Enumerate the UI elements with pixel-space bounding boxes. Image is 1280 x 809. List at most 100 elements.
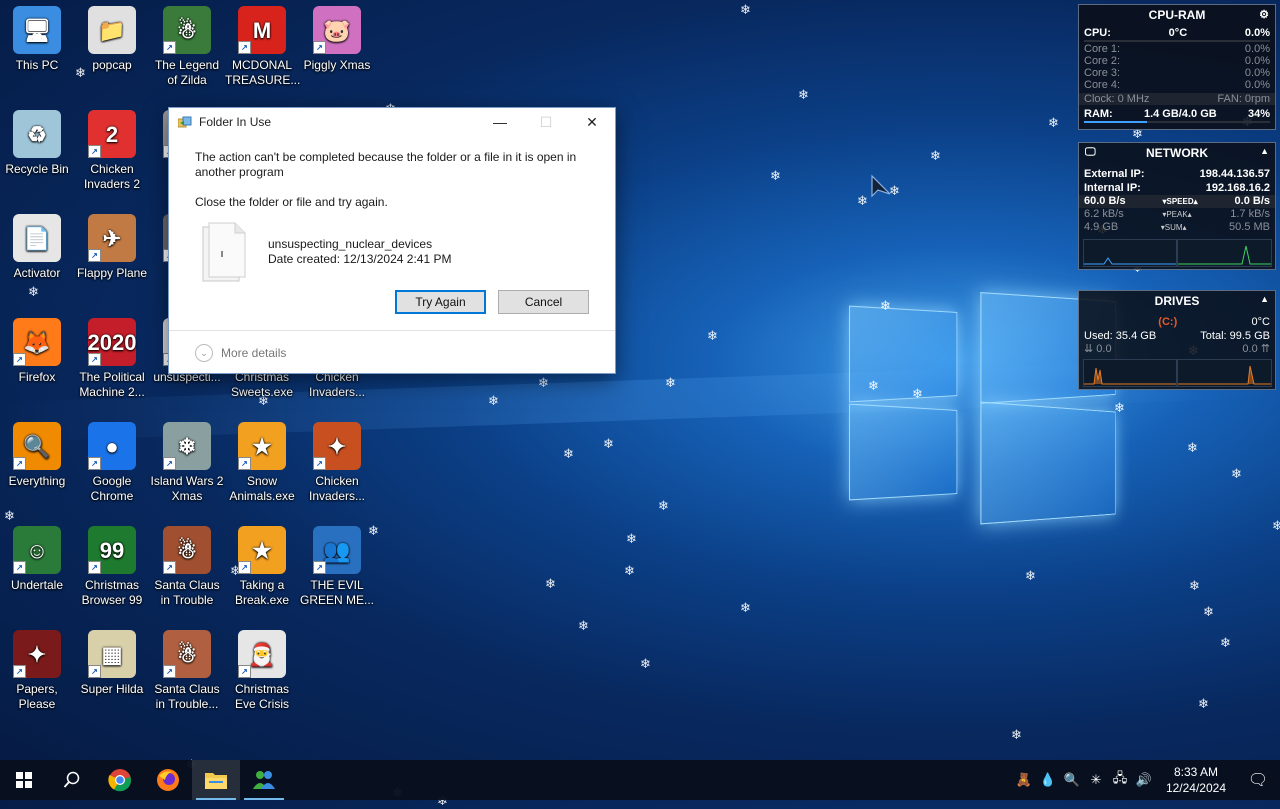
desktop-icon-mcdonalds[interactable]: M ↗ MCDONAL TREASURE...: [225, 6, 301, 88]
snowflake: ❄: [578, 619, 589, 634]
desktop-icon-label: Chicken Invaders...: [308, 370, 366, 399]
droplet-icon[interactable]: 💧: [1036, 760, 1060, 800]
minimize-button[interactable]: —: [477, 108, 523, 136]
collapse-icon[interactable]: ▲: [1260, 146, 1269, 156]
speed-row: 60.0 B/s ▾SPEED▴ 0.0 B/s: [1079, 195, 1275, 208]
ram-percent: 34%: [1247, 108, 1270, 120]
try-again-button[interactable]: Try Again: [395, 290, 486, 314]
desktop-icon-piggly-xmas[interactable]: 🐷 ↗ Piggly Xmas: [300, 6, 374, 73]
desktop-icon-label: Santa Claus in Trouble: [154, 578, 220, 607]
desktop-icon-label: MCDONAL TREASURE...: [225, 58, 301, 87]
desktop-icon-island-wars[interactable]: ❄ ↗ Island Wars 2 Xmas: [150, 422, 224, 504]
speed-down: 60.0 B/s: [1084, 195, 1126, 207]
desktop-icon-popcap[interactable]: 📁 popcap: [75, 6, 149, 73]
shortcut-arrow-icon: ↗: [13, 457, 26, 470]
taskbar: 🧸 💧 🔍 ✳ 🖧 🔊 8:33 AM 12/24/2024 🗨: [0, 760, 1280, 800]
snowflake: ❄: [1048, 116, 1059, 131]
desktop-icon-activator[interactable]: 📄 Activator: [0, 214, 74, 281]
snowflake: ❄: [1114, 401, 1125, 416]
snowflake: ❄: [488, 394, 499, 409]
more-details-toggle[interactable]: ⌄ More details: [195, 344, 286, 362]
desktop-icon-super-hilda[interactable]: ▦ ↗ Super Hilda: [75, 630, 149, 697]
cpu-ram-gadget[interactable]: CPU-RAM ⚙ CPU: 0°C 0.0% Core 1: 0.0% Core …: [1078, 4, 1276, 130]
shortcut-arrow-icon: ↗: [238, 561, 251, 574]
everything-icon: 🔍 ↗: [13, 422, 61, 470]
desktop-icon-label: Undertale: [10, 578, 64, 592]
desktop-icon-label: Christmas Sweets.exe: [230, 370, 294, 399]
shortcut-arrow-icon: ↗: [88, 561, 101, 574]
desktop-icon-this-pc[interactable]: 🖥 This PC: [0, 6, 74, 73]
snowflake: ❄: [624, 564, 635, 579]
snowflake: ❄: [545, 577, 556, 592]
core-value: 0.0%: [1244, 79, 1270, 91]
papers-please-icon: ✦ ↗: [13, 630, 61, 678]
upload-graph: [1177, 239, 1272, 267]
snowflake: ❄: [1025, 569, 1036, 584]
desktop-icon-label: Santa Claus in Trouble...: [154, 682, 220, 711]
ram-row: RAM: 1.4 GB/4.0 GB 34%: [1079, 108, 1275, 120]
desktop-icon-recycle-bin[interactable]: ♻ Recycle Bin: [0, 110, 74, 177]
tray-app-icon[interactable]: 🧸: [1012, 760, 1036, 800]
dialog-titlebar[interactable]: Folder In Use — ☐ ✕: [169, 108, 615, 136]
network-title: NETWORK: [1146, 146, 1208, 160]
desktop-icon-political-machine[interactable]: 2020 ↗ The Political Machine 2...: [75, 318, 149, 400]
taskbar-messenger[interactable]: [240, 760, 288, 800]
desktop-icon-papers-please[interactable]: ✦ ↗ Papers, Please: [0, 630, 74, 712]
desktop-icon-label: Christmas Browser 99: [81, 578, 143, 607]
taskbar-chrome[interactable]: [96, 760, 144, 800]
taskbar-file-explorer[interactable]: [192, 760, 240, 800]
desktop-icon-christmas-browser[interactable]: 99 ↗ Christmas Browser 99: [75, 526, 149, 608]
desktop-icon-everything[interactable]: 🔍 ↗ Everything: [0, 422, 74, 489]
start-button[interactable]: [0, 760, 48, 800]
desktop-icon-chicken-invaders-b[interactable]: ✦ ↗ Chicken Invaders...: [300, 422, 374, 504]
clock[interactable]: 8:33 AM 12/24/2024: [1156, 764, 1236, 796]
shortcut-arrow-icon: ↗: [163, 561, 176, 574]
desktop-icon-legend-zilda[interactable]: ☃ ↗ The Legend of Zilda: [150, 6, 224, 88]
core-label: Core 3:: [1084, 67, 1121, 79]
file-move-icon: [177, 116, 192, 128]
internal-ip-value: 192.168.16.2: [1205, 182, 1270, 194]
cpu-ram-header: CPU-RAM ⚙: [1079, 5, 1275, 25]
legend-zilda-icon: ☃ ↗: [163, 6, 211, 54]
notifications-icon[interactable]: 🗨: [1236, 760, 1280, 800]
snowflake: ❄: [28, 285, 39, 300]
desktop-icon-google-chrome[interactable]: ● ↗ Google Chrome: [75, 422, 149, 504]
network-icon[interactable]: 🖧: [1108, 760, 1132, 800]
ram-value: 1.4 GB/4.0 GB: [1143, 108, 1217, 120]
collapse-icon[interactable]: ▲: [1260, 294, 1269, 304]
clock-time: 8:33 AM: [1173, 765, 1218, 779]
network-gadget[interactable]: 🖵 NETWORK ▲ External IP: 198.44.136.57 I…: [1078, 142, 1276, 270]
desktop-icon-christmas-eve[interactable]: 🎅 ↗ Christmas Eve Crisis: [225, 630, 299, 712]
chevron-down-icon: ⌄: [195, 344, 213, 362]
drive-usage-row: Used: 35.4 GB Total: 99.5 GB: [1079, 329, 1275, 343]
desktop-icon-evil-green[interactable]: 👥 ↗ THE EVIL GREEN ME...: [300, 526, 374, 608]
desktop-icon-flappy-plane[interactable]: ✈ ↗ Flappy Plane: [75, 214, 149, 281]
shortcut-arrow-icon: ↗: [88, 457, 101, 470]
close-button[interactable]: ✕: [569, 108, 615, 136]
desktop-icon-santa-trouble[interactable]: ☃ ↗ Santa Claus in Trouble: [150, 526, 224, 608]
google-chrome-icon: ● ↗: [88, 422, 136, 470]
ram-label: RAM:: [1084, 108, 1113, 120]
desktop-icon-snow-animals[interactable]: ★ ↗ Snow Animals.exe: [225, 422, 299, 504]
desktop-icon-firefox[interactable]: 🦊 ↗ Firefox: [0, 318, 74, 385]
snowflake: ❄: [563, 447, 574, 462]
taskbar-firefox[interactable]: [144, 760, 192, 800]
snowflake: ❄: [798, 88, 809, 103]
desktop-icon-taking-break[interactable]: ★ ↗ Taking a Break.exe: [225, 526, 299, 608]
search-button[interactable]: [48, 760, 96, 800]
clock-row: Clock: 0 MHz FAN: 0rpm: [1079, 93, 1275, 105]
everything-search-icon[interactable]: 🔍: [1060, 760, 1084, 800]
snowflake: ❄: [1203, 605, 1214, 620]
chicken-invaders-b-icon: ✦ ↗: [313, 422, 361, 470]
desktop-icon-santa-trouble-2[interactable]: ☃ ↗ Santa Claus in Trouble...: [150, 630, 224, 712]
desktop-icon-undertale[interactable]: ☺ ↗ Undertale: [0, 526, 74, 593]
drives-gadget[interactable]: DRIVES ▲ (C:) 0°C Used: 35.4 GB Total: 9…: [1078, 290, 1276, 390]
desktop-icon-label: Piggly Xmas: [303, 58, 371, 72]
snowflake: ❄: [707, 329, 718, 344]
desktop-icon-chicken-invaders-2[interactable]: 2 ↗ Chicken Invaders 2: [75, 110, 149, 192]
volume-icon[interactable]: 🔊: [1132, 760, 1156, 800]
snowflake-tray-icon[interactable]: ✳: [1084, 760, 1108, 800]
peak-down: 6.2 kB/s: [1084, 208, 1124, 220]
gear-icon[interactable]: ⚙: [1259, 8, 1269, 21]
cancel-button[interactable]: Cancel: [498, 290, 589, 314]
